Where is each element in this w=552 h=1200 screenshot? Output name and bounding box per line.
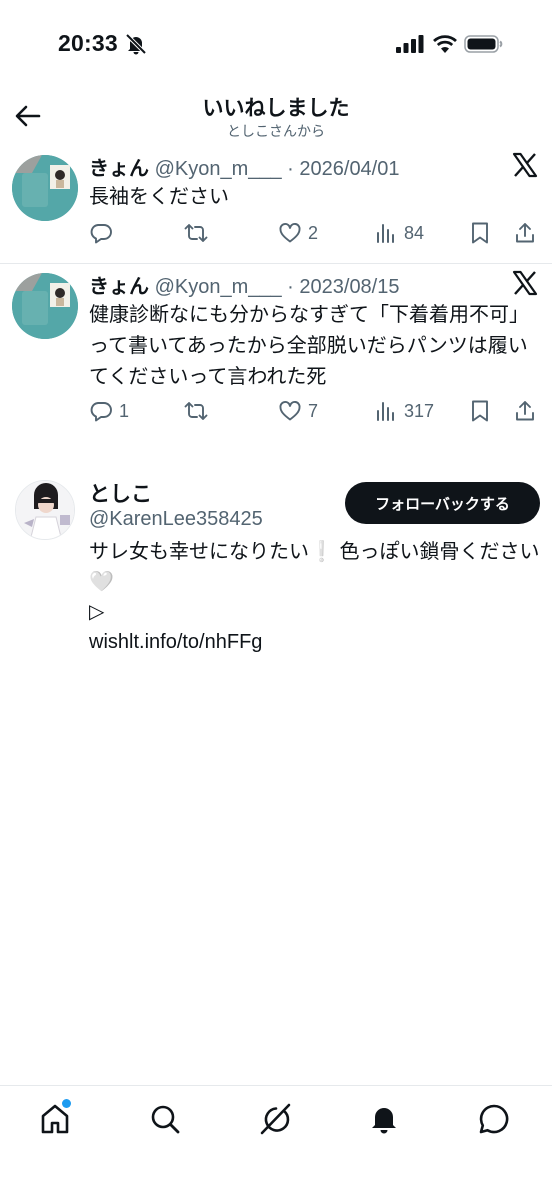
messages-icon[interactable] xyxy=(477,1102,511,1136)
reply-icon xyxy=(90,224,112,244)
views-button[interactable]: 84 xyxy=(374,218,424,248)
retweet-button[interactable] xyxy=(184,218,208,248)
tweet-author-name[interactable]: きょん xyxy=(89,276,149,298)
bio-link[interactable]: wishlt.info/to/nhFFg xyxy=(89,627,544,657)
retweet-icon xyxy=(184,224,208,242)
avatar[interactable] xyxy=(12,273,78,339)
share-icon xyxy=(516,401,534,421)
tweet-date[interactable]: · 2023/08/15 xyxy=(287,276,399,298)
home-notification-dot xyxy=(62,1099,71,1108)
page-subtitle: としこさんから xyxy=(227,123,325,139)
tweet[interactable]: きょん @Kyon_m___ · 2023/08/15 健康診断なにも分からなす… xyxy=(0,264,552,444)
bio-text: サレ女も幸せになりたい❕ 色っぽい鎖骨ください🤍 xyxy=(89,541,540,593)
bookmark-button[interactable] xyxy=(468,218,492,248)
share-button[interactable] xyxy=(513,396,537,426)
heart-icon xyxy=(279,401,301,421)
reply-button[interactable]: 1 xyxy=(89,396,129,426)
user-bio: サレ女も幸せになりたい❕ 色っぽい鎖骨ください🤍 ▷ wishlt.info/t… xyxy=(89,537,544,657)
retweet-button[interactable] xyxy=(184,396,208,426)
user-handle[interactable]: @KarenLee358425 xyxy=(89,508,263,531)
views-icon xyxy=(377,224,394,243)
notifications-icon[interactable] xyxy=(367,1102,401,1136)
status-bar: 20:33 xyxy=(0,0,552,90)
heart-icon xyxy=(279,223,301,243)
like-count: 7 xyxy=(308,400,319,421)
x-logo-icon xyxy=(512,270,538,296)
header: いいねしました としこさんから xyxy=(0,88,552,146)
signal-icon xyxy=(396,35,424,53)
tweet-text: 長袖をください xyxy=(89,186,229,208)
tweet-header: きょん @Kyon_m___ · 2023/08/15 xyxy=(89,270,400,299)
reply-count: 1 xyxy=(119,400,130,421)
tweet-actions: 1 7 317 xyxy=(0,396,552,426)
bookmark-icon xyxy=(472,222,488,244)
tweet-author-handle[interactable]: @Kyon_m___ xyxy=(155,276,282,298)
page-title: いいねしました xyxy=(202,97,350,120)
follow-back-button[interactable]: フォローバックする xyxy=(345,482,540,524)
like-count: 2 xyxy=(308,222,319,243)
reply-button[interactable] xyxy=(89,218,119,248)
bio-arrow: ▷ xyxy=(89,601,105,623)
bookmark-icon xyxy=(472,400,488,422)
share-icon xyxy=(516,223,534,243)
views-icon xyxy=(377,402,394,421)
search-icon[interactable] xyxy=(148,1102,182,1136)
tweet-date[interactable]: · 2026/04/01 xyxy=(287,158,399,180)
like-button[interactable]: 2 xyxy=(278,218,318,248)
battery-icon xyxy=(464,35,503,53)
user-card[interactable]: としこ @KarenLee358425 フォローバックする サレ女も幸せになりた… xyxy=(0,470,552,660)
tweet-author-handle[interactable]: @Kyon_m___ xyxy=(155,158,282,180)
avatar[interactable] xyxy=(12,155,78,221)
avatar[interactable] xyxy=(15,480,75,540)
tweet[interactable]: きょん @Kyon_m___ · 2026/04/01 長袖をください 2 84 xyxy=(0,146,552,264)
grok-icon[interactable] xyxy=(258,1102,292,1136)
bell-slash-icon xyxy=(125,33,147,55)
user-name[interactable]: としこ xyxy=(89,478,152,508)
view-count: 84 xyxy=(404,222,425,243)
retweet-icon xyxy=(184,402,208,420)
screen: 20:33 いいねしました としこさんから きょん @Kyon_m___ · 2… xyxy=(0,0,552,1200)
wifi-icon xyxy=(433,35,457,53)
tweet-actions: 2 84 xyxy=(0,218,552,248)
x-logo-icon xyxy=(512,152,538,178)
tweet-author-name[interactable]: きょん xyxy=(89,158,149,180)
bottom-nav xyxy=(0,1085,552,1200)
reply-icon xyxy=(90,402,112,422)
views-button[interactable]: 317 xyxy=(374,396,434,426)
status-time: 20:33 xyxy=(58,30,118,56)
tweet-text: 健康診断なにも分からなすぎて「下着着用不可」って書いてあったから全部脱いだらパン… xyxy=(89,304,529,388)
tweet-header: きょん @Kyon_m___ · 2026/04/01 xyxy=(89,152,400,181)
share-button[interactable] xyxy=(513,218,537,248)
bookmark-button[interactable] xyxy=(468,396,492,426)
view-count: 317 xyxy=(404,400,435,421)
like-button[interactable]: 7 xyxy=(278,396,318,426)
